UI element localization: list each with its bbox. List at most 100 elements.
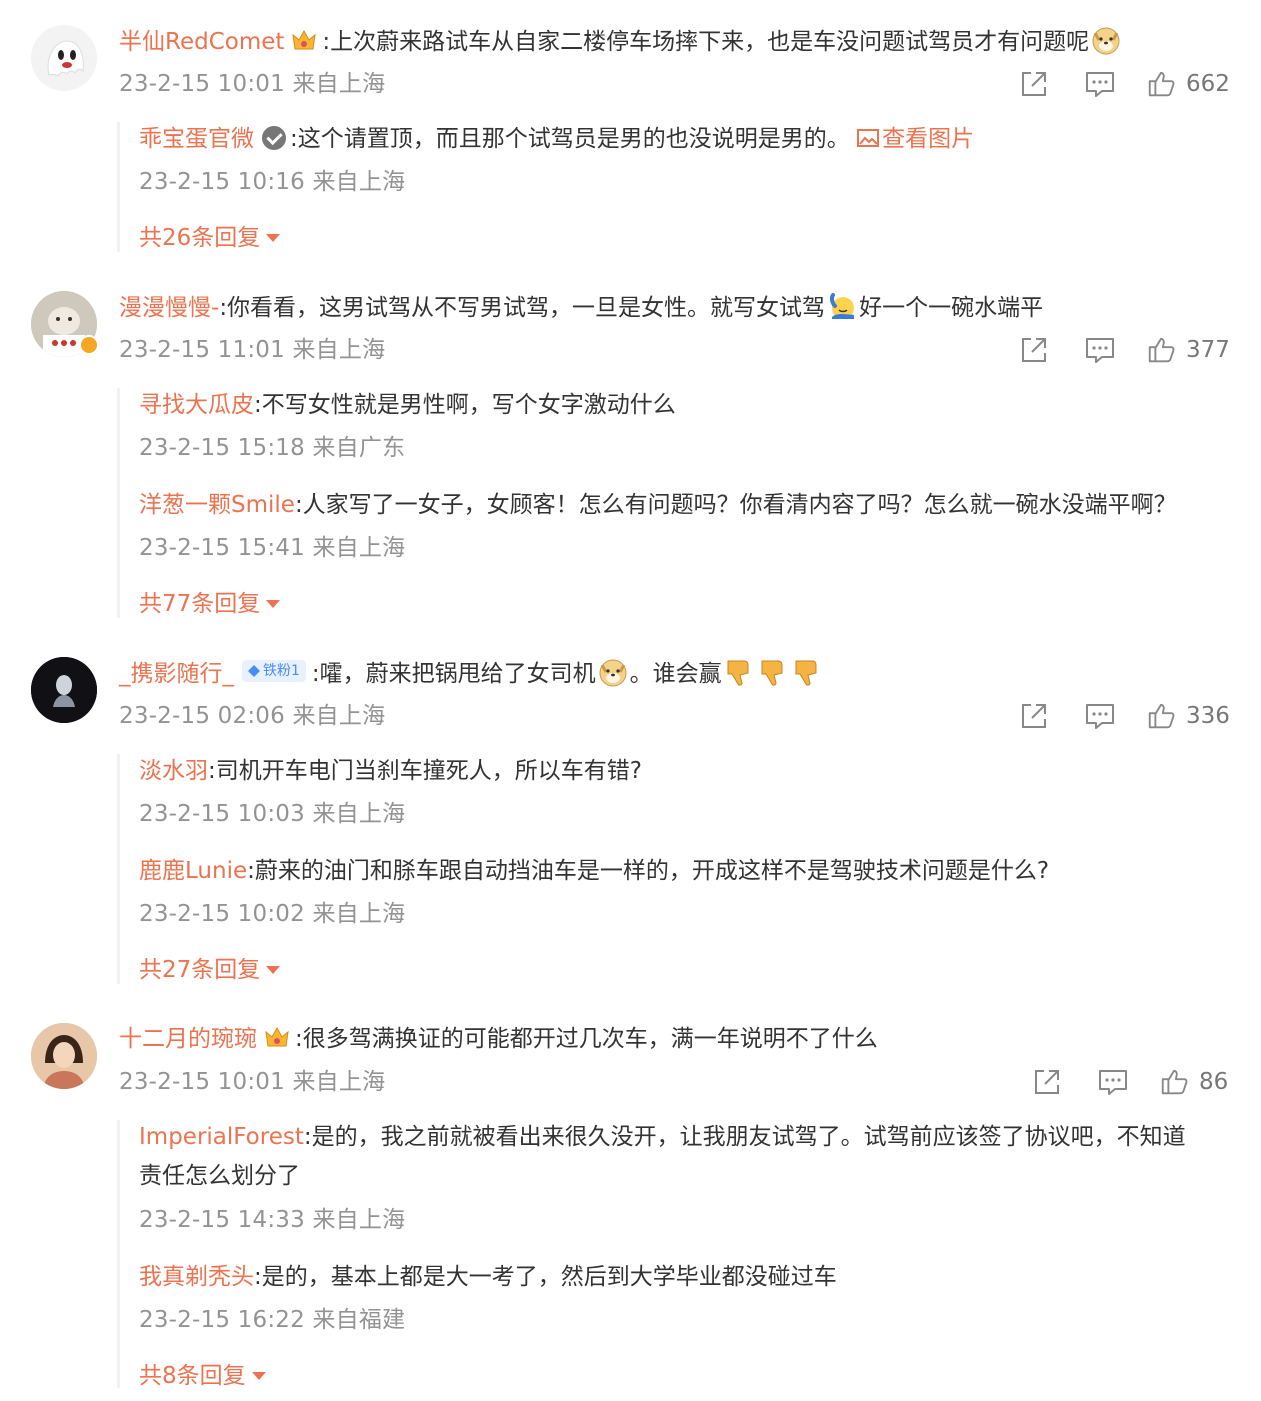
like-button[interactable]: 662	[1146, 68, 1230, 100]
comment-meta: 23-2-15 10:01 来自上海	[119, 71, 386, 97]
comment-username[interactable]: _携影随行_	[119, 661, 234, 687]
share-button[interactable]	[1018, 68, 1050, 100]
reply-divider	[117, 122, 120, 252]
more-replies-link[interactable]: 共77条回复	[139, 588, 281, 620]
crown-icon	[263, 1024, 291, 1050]
comment-meta: 23-2-15 02:06 来自上海	[119, 703, 386, 729]
reply-item: 鹿鹿Lunie:蔚来的油门和脎车跟自动挡油车是一样的，开成这样不是驾驶技术问题是…	[139, 855, 1049, 887]
reply-item: 淡水羽:司机开车电门当刹车撞死人，所以车有错?	[139, 755, 642, 787]
reply-meta: 23-2-15 10:16 来自上海	[139, 169, 406, 195]
caret-down-icon	[266, 233, 281, 242]
crown-icon	[290, 27, 318, 53]
verified-badge-icon	[79, 335, 99, 355]
share-button[interactable]	[1031, 1066, 1063, 1098]
comment-icon	[1084, 68, 1116, 100]
thumbs-down-emoji-icon	[724, 657, 754, 687]
view-image-label: 查看图片	[882, 126, 975, 152]
reply-meta: 23-2-15 15:18 来自广东	[139, 435, 406, 461]
more-replies-link[interactable]: 共8条回复	[139, 1360, 266, 1392]
caret-down-icon	[251, 1371, 266, 1380]
like-count: 662	[1186, 71, 1230, 97]
share-icon	[1018, 700, 1050, 732]
comment-icon	[1084, 334, 1116, 366]
avatar[interactable]	[31, 657, 97, 723]
fan-badge-label: 铁粉1	[263, 663, 300, 679]
share-icon	[1018, 68, 1050, 100]
reply-meta: 23-2-15 16:22 来自福建	[139, 1307, 406, 1333]
doge-emoji-icon	[598, 657, 628, 687]
share-button[interactable]	[1018, 700, 1050, 732]
comment-username[interactable]: 十二月的琬琬	[119, 1026, 257, 1052]
like-icon	[1146, 69, 1176, 99]
reply-text: :蔚来的油门和脎车跟自动挡油车是一样的，开成这样不是驾驶技术问题是什么?	[247, 858, 1050, 884]
reply-button[interactable]	[1097, 1066, 1129, 1098]
reply-username[interactable]: 鹿鹿Lunie	[139, 858, 247, 884]
comment-username[interactable]: 漫漫慢慢-	[119, 295, 219, 321]
like-button[interactable]: 377	[1146, 334, 1230, 366]
comment-username[interactable]: 半仙RedComet	[119, 29, 284, 55]
reply-button[interactable]	[1084, 334, 1116, 366]
comment-meta: 23-2-15 10:01 来自上海	[119, 1069, 386, 1095]
reply-username[interactable]: 我真剃秃头	[139, 1264, 254, 1290]
diamond-icon	[248, 665, 260, 677]
reply-item: 洋葱一颗Smile:人家写了一女子，女顾客！怎么有问题吗？你看清内容了吗？怎么就…	[139, 489, 1177, 521]
verified-icon	[262, 126, 286, 150]
more-replies-label: 共8条回复	[139, 1363, 246, 1389]
reply-text: :是的，基本上都是大一考了，然后到大学毕业都没碰过车	[254, 1264, 837, 1290]
reply-divider	[117, 388, 120, 618]
reply-button[interactable]	[1084, 700, 1116, 732]
more-replies-label: 共27条回复	[139, 957, 261, 983]
comment-text: :很多驾满换证的可能都开过几次车，满一年说明不了什么	[295, 1026, 878, 1052]
reply-text: :这个请置顶，而且那个试驾员是男的也没说明是男的。	[290, 126, 850, 152]
comment-icon	[1084, 700, 1116, 732]
reply-username[interactable]: 淡水羽	[139, 758, 208, 784]
more-replies-link[interactable]: 共27条回复	[139, 954, 281, 986]
fan-badge: 铁粉1	[242, 660, 306, 682]
thumbs-down-emoji-icon	[758, 657, 788, 687]
reply-button[interactable]	[1084, 68, 1116, 100]
like-icon	[1146, 701, 1176, 731]
share-button[interactable]	[1018, 334, 1050, 366]
like-button[interactable]: 336	[1146, 700, 1230, 732]
avatar[interactable]	[31, 1023, 97, 1089]
like-count: 86	[1199, 1069, 1229, 1095]
more-replies-label: 共77条回复	[139, 591, 261, 617]
view-image-link[interactable]: 查看图片	[857, 126, 974, 152]
like-button[interactable]: 86	[1159, 1066, 1228, 1098]
reply-meta: 23-2-15 14:33 来自上海	[139, 1207, 406, 1233]
reply-meta: 23-2-15 10:02 来自上海	[139, 901, 406, 927]
avatar[interactable]	[31, 25, 97, 91]
like-icon	[1146, 335, 1176, 365]
waving-emoji-icon	[827, 291, 857, 321]
caret-down-icon	[266, 599, 281, 608]
comment-text: :你看看，这男试驾从不写男试驾，一旦是女性。就写女试驾	[219, 295, 826, 321]
reply-text: :不写女性就是男性啊，写个女字激动什么	[254, 392, 676, 418]
caret-down-icon	[266, 965, 281, 974]
reply-username[interactable]: 乖宝蛋官微	[139, 126, 254, 152]
reply-username[interactable]: 寻找大瓜皮	[139, 392, 254, 418]
like-icon	[1159, 1067, 1189, 1097]
like-count: 377	[1186, 337, 1230, 363]
reply-text: :人家写了一女子，女顾客！怎么有问题吗？你看清内容了吗？怎么就一碗水没端平啊？	[294, 492, 1177, 518]
thumbs-down-emoji-icon	[792, 657, 822, 687]
reply-text-continued: 责任怎么划分了	[139, 1163, 300, 1189]
reply-meta: 23-2-15 10:03 来自上海	[139, 801, 406, 827]
like-count: 336	[1186, 703, 1230, 729]
reply-username[interactable]: ImperialForest	[139, 1124, 304, 1150]
reply-username[interactable]: 洋葱一颗Smile	[139, 492, 295, 518]
comment-meta: 23-2-15 11:01 来自上海	[119, 337, 386, 363]
reply-divider	[117, 754, 120, 984]
reply-item: ImperialForest:是的，我之前就被看出来很久没开，让我朋友试驾了。试…	[139, 1121, 1186, 1153]
reply-item: 乖宝蛋官微 :这个请置顶，而且那个试驾员是男的也没说明是男的。 查看图片	[139, 123, 974, 155]
doge-emoji-icon	[1091, 25, 1121, 55]
reply-text: :司机开车电门当刹车撞死人，所以车有错?	[208, 758, 642, 784]
reply-item: 我真剃秃头:是的，基本上都是大一考了，然后到大学毕业都没碰过车	[139, 1261, 837, 1293]
reply-text: :是的，我之前就被看出来很久没开，让我朋友试驾了。试驾前应该签了协议吧，不知道	[303, 1124, 1186, 1150]
avatar[interactable]	[31, 291, 99, 357]
reply-item: 寻找大瓜皮:不写女性就是男性啊，写个女字激动什么	[139, 389, 676, 421]
more-replies-label: 共26条回复	[139, 225, 261, 251]
image-icon	[857, 129, 880, 147]
more-replies-link[interactable]: 共26条回复	[139, 222, 281, 254]
share-icon	[1018, 334, 1050, 366]
share-icon	[1031, 1066, 1063, 1098]
